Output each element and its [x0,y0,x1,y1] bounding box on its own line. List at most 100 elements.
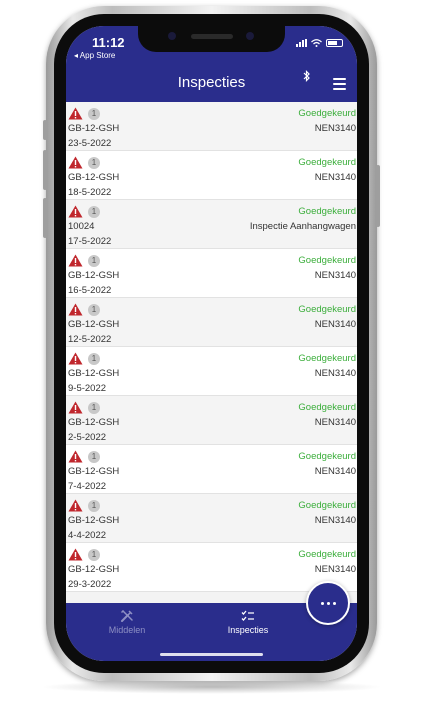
warning-icon [68,401,83,414]
inspection-type: NEN3140 [314,172,356,183]
status-label: Goedgekeurd [298,549,356,560]
asset-id: GB-12-GSH [68,417,120,428]
tools-icon [120,609,133,622]
warning-icon [68,205,83,218]
asset-id: 10024 [68,221,95,232]
speaker-grille [191,34,233,39]
warning-icon [68,499,83,512]
asset-id: GB-12-GSH [68,172,120,183]
app-header: 11:12 ◂ App Store Inspecties [66,26,357,102]
power-button [376,165,380,227]
warning-icon [68,450,83,463]
warning-icon [68,254,83,267]
status-label: Goedgekeurd [298,157,356,168]
asset-id: GB-12-GSH [68,368,120,379]
volume-down-button [43,198,47,238]
inspection-type: NEN3140 [314,564,356,575]
more-dot [326,601,330,605]
inspection-row[interactable]: 1 Goedgekeurd GB-12-GSH NEN3140 23-5-2022 [66,102,357,151]
signal-icon [296,39,307,47]
phone-shadow [40,680,383,694]
count-badge: 1 [88,402,100,414]
count-badge: 1 [88,304,100,316]
camera-icon [168,32,176,40]
inspection-type: Inspectie Aanhangwagen [249,221,356,232]
status-label: Goedgekeurd [298,206,356,217]
inspection-row[interactable]: 1 Goedgekeurd 10024 Inspectie Aanhangwagen 1… [66,200,357,249]
count-badge: 1 [88,451,100,463]
mute-switch [43,120,47,140]
battery-icon [326,39,343,47]
count-badge: 1 [88,353,100,365]
status-time: 11:12 [92,35,125,50]
inspection-row[interactable]: 1 Goedgekeurd GB-12-GSH NEN3140 29-3-2022 [66,543,357,592]
inspection-row[interactable]: 1 Goedgekeurd GB-12-GSH NEN3140 12-5-2022 [66,298,357,347]
inspection-date: 2-5-2022 [68,432,107,443]
inspection-row[interactable]: 1 Goedgekeurd GB-12-GSH NEN3140 2-5-2022 [66,396,357,445]
tab-inspecties[interactable]: Inspecties [198,609,298,635]
inspection-type: NEN3140 [314,368,356,379]
status-label: Goedgekeurd [298,255,356,266]
count-badge: 1 [88,500,100,512]
inspection-list: 1 Goedgekeurd GB-12-GSH NEN3140 23-5-2022 1 Go… [66,102,357,603]
status-icons [296,39,343,47]
sensor-icon [246,32,254,40]
inspection-row[interactable]: 1 Goedgekeurd GB-12-GSH NEN3140 4-4-2022 [66,494,357,543]
bluetooth-icon[interactable] [303,70,311,82]
status-label: Goedgekeurd [298,402,356,413]
more-dot [320,601,324,605]
warning-icon [68,352,83,365]
inspection-row[interactable]: 1 Goedgekeurd GB-12-GSH NEN3140 16-5-2022 [66,249,357,298]
warning-icon [68,156,83,169]
tab-inspecties-label: Inspecties [227,625,269,635]
page-title: Inspecties [177,74,246,91]
checklist-icon [241,610,254,621]
inspection-date: 4-4-2022 [68,530,107,541]
home-indicator [160,653,263,656]
inspection-type: NEN3140 [314,270,356,281]
wifi-icon [311,39,322,47]
app-screen: 11:12 ◂ App Store Inspecties 1 Goedgekeur… [66,26,357,661]
inspection-type: NEN3140 [314,417,356,428]
tab-middelen-label: Middelen [108,625,146,635]
volume-up-button [43,150,47,190]
status-label: Goedgekeurd [298,451,356,462]
asset-id: GB-12-GSH [68,123,120,134]
warning-icon [68,548,83,561]
inspection-date: 9-5-2022 [68,383,107,394]
inspection-date: 16-5-2022 [68,285,112,296]
status-label: Goedgekeurd [298,500,356,511]
count-badge: 1 [88,255,100,267]
status-label: Goedgekeurd [298,353,356,364]
count-badge: 1 [88,206,100,218]
inspection-row[interactable]: 1 Goedgekeurd GB-12-GSH NEN3140 9-5-2022 [66,347,357,396]
tab-middelen[interactable]: Middelen [77,609,177,635]
inspection-row[interactable]: 1 Goedgekeurd GB-12-GSH NEN3140 7-4-2022 [66,445,357,494]
notch [138,26,285,52]
back-to-app-store-link[interactable]: ◂ App Store [74,51,115,60]
inspection-type: NEN3140 [314,466,356,477]
more-dot [332,601,336,605]
menu-icon[interactable] [333,78,346,93]
inspection-row[interactable]: 1 Goedgekeurd GB-12-GSH NEN3140 18-5-2022 [66,151,357,200]
inspection-type: NEN3140 [314,123,356,134]
status-label: Goedgekeurd [298,108,356,119]
warning-icon [68,303,83,316]
count-badge: 1 [88,108,100,120]
inspection-date: 29-3-2022 [68,579,112,590]
asset-id: GB-12-GSH [68,319,120,330]
asset-id: GB-12-GSH [68,270,120,281]
inspection-date: 18-5-2022 [68,187,112,198]
inspection-date: 17-5-2022 [68,236,112,247]
more-options-button[interactable] [306,581,350,625]
inspection-type: NEN3140 [314,515,356,526]
count-badge: 1 [88,549,100,561]
inspection-date: 23-5-2022 [68,138,112,149]
inspection-date: 7-4-2022 [68,481,107,492]
warning-icon [68,107,83,120]
inspection-type: NEN3140 [314,319,356,330]
asset-id: GB-12-GSH [68,515,120,526]
count-badge: 1 [88,157,100,169]
asset-id: GB-12-GSH [68,564,120,575]
asset-id: GB-12-GSH [68,466,120,477]
